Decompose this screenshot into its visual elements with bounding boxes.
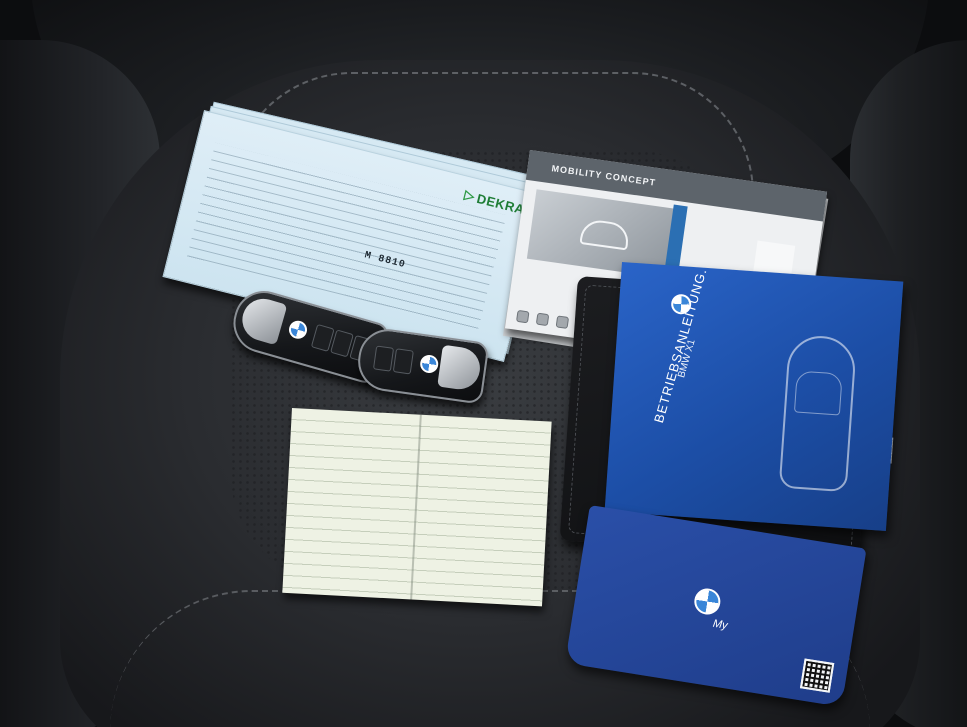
spiral-ring xyxy=(535,312,550,327)
car-outline-icon xyxy=(579,218,631,251)
registration-fold-line xyxy=(410,414,422,600)
bmw-roundel-icon xyxy=(692,586,723,617)
dekra-arrow-icon: ▷ xyxy=(462,186,477,204)
vehicle-registration-document xyxy=(282,408,552,607)
car-seat-photo: ▷ DEKRA M 8810 MOBILITY CONCEPT BETRIEBS… xyxy=(0,0,967,727)
booklet-spiral-binding xyxy=(515,309,570,329)
key-lock-button xyxy=(372,345,395,372)
bmw-roundel-icon xyxy=(286,318,310,341)
qr-code-icon xyxy=(799,658,835,693)
owners-manual: BETRIEBSANLEITUNG. BMW X1 xyxy=(604,262,904,532)
leaflet-small-text xyxy=(791,597,812,658)
car-outline-icon xyxy=(778,333,858,493)
spiral-ring xyxy=(555,315,570,329)
bmw-roundel-icon xyxy=(419,353,440,375)
spiral-ring xyxy=(515,309,530,324)
my-bmw-label: My xyxy=(712,617,729,632)
key-chrome-cap xyxy=(237,293,288,346)
key-chrome-cap xyxy=(437,344,483,392)
key-unlock-button xyxy=(392,348,414,375)
car-window-outline xyxy=(793,370,843,416)
manual-title: BETRIEBSANLEITUNG. xyxy=(651,266,710,425)
